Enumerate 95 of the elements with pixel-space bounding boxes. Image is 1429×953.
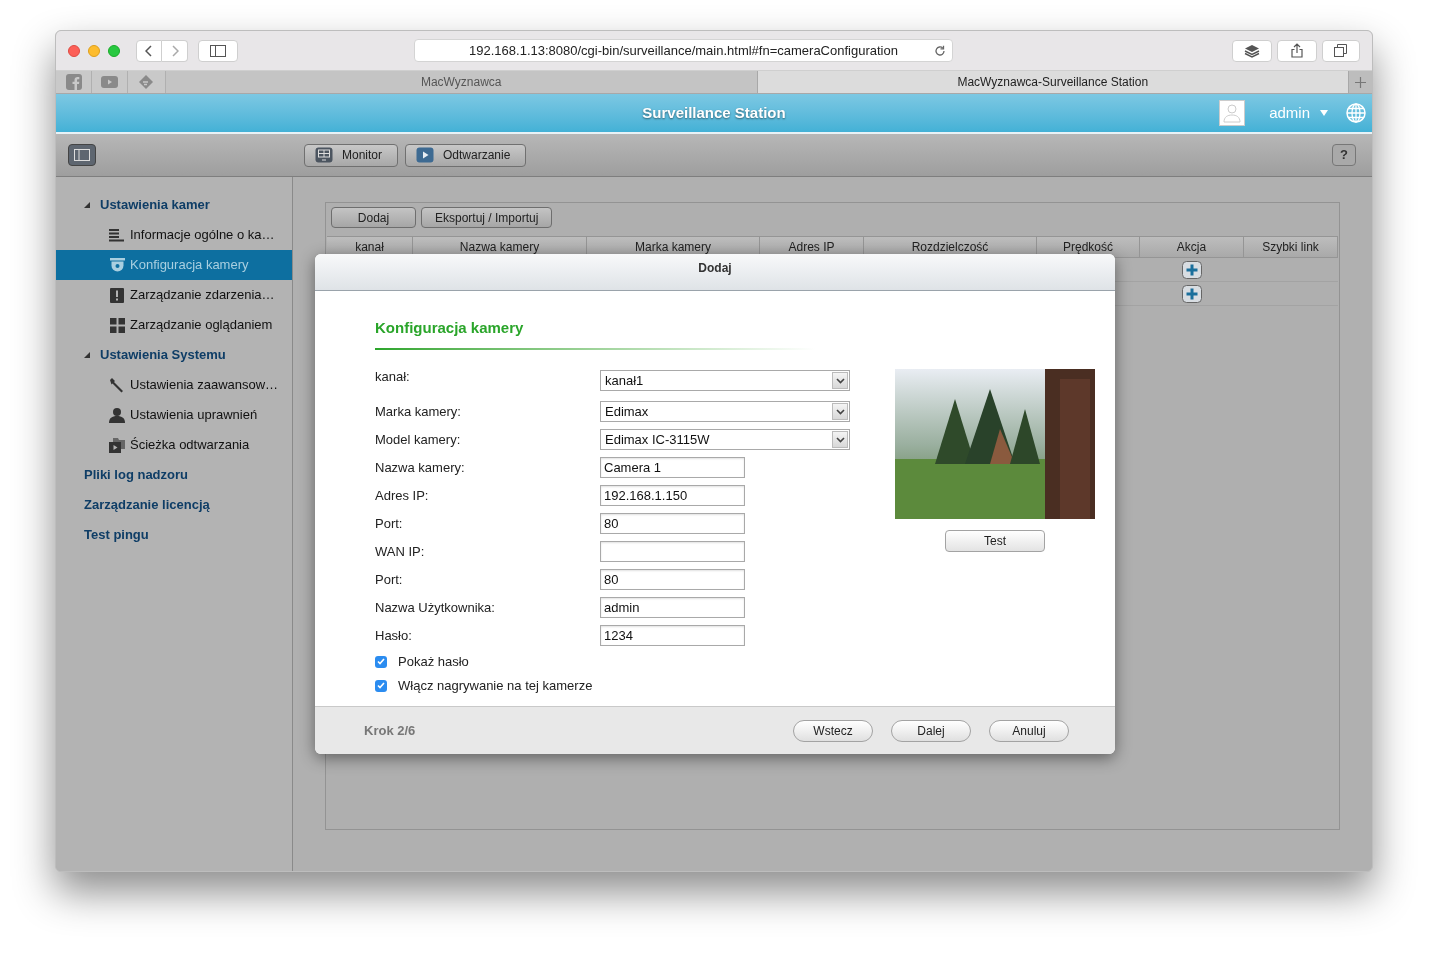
input-field[interactable]: 80 xyxy=(600,513,745,534)
field-label: WAN IP: xyxy=(375,542,426,561)
grid-icon xyxy=(109,317,125,333)
caret-icon xyxy=(1320,110,1328,116)
input-field[interactable]: 1234 xyxy=(600,625,745,646)
checkbox-label: Włącz nagrywanie na tej kamerze xyxy=(398,676,593,695)
expanded-triangle-icon[interactable] xyxy=(84,202,90,208)
footer-button[interactable]: Anuluj xyxy=(989,719,1069,742)
tabs-icon xyxy=(1334,44,1348,57)
sidebar-link[interactable]: Pliki log nadzoru xyxy=(56,460,292,490)
layers-button[interactable] xyxy=(1232,39,1272,62)
minimize-window-button[interactable] xyxy=(88,44,100,57)
back-button[interactable] xyxy=(136,39,162,62)
footer-button[interactable]: Wstecz xyxy=(793,719,873,742)
video-play-icon[interactable] xyxy=(101,76,118,88)
wrench-icon xyxy=(109,377,125,393)
dropdown[interactable]: Edimax IC-3115W xyxy=(600,429,850,450)
plus-icon xyxy=(1355,76,1366,88)
add-icon[interactable] xyxy=(1182,260,1202,279)
diamond-icon[interactable] xyxy=(138,74,154,90)
step-indicator: Krok 2/6 xyxy=(364,721,416,740)
sidebar-item[interactable]: Ustawienia zaawansow… xyxy=(56,370,292,400)
camera-icon xyxy=(109,257,125,273)
add-icon[interactable] xyxy=(1182,284,1202,303)
tabs-button[interactable] xyxy=(1322,39,1360,62)
section-heading: Konfiguracja kamery xyxy=(375,318,524,338)
field-label: Hasło: xyxy=(375,626,413,645)
checkbox[interactable] xyxy=(375,655,387,668)
footer-button[interactable]: Dalej xyxy=(891,719,971,742)
panel-button[interactable]: Eksportuj / Importuj xyxy=(421,207,553,228)
browser-tab[interactable]: MacWyznawca xyxy=(166,71,757,93)
sidebar-toggle-button[interactable] xyxy=(198,39,238,62)
sidebar-link[interactable]: Test pingu xyxy=(56,520,292,550)
chevron-down-icon xyxy=(835,408,845,415)
chevron-down-icon xyxy=(835,377,845,384)
column-header[interactable]: Akcja xyxy=(1140,237,1244,257)
layers-icon xyxy=(1244,43,1260,58)
dialog-title: Dodaj xyxy=(698,260,732,277)
field-label: Nazwa Użytkownika: xyxy=(375,598,496,617)
share-icon xyxy=(1291,43,1303,58)
dropdown[interactable]: Edimax xyxy=(600,401,850,422)
input-field[interactable]: 80 xyxy=(600,569,745,590)
reload-icon[interactable] xyxy=(934,44,946,57)
panel-button[interactable]: Dodaj xyxy=(331,207,416,228)
layout-toggle-button[interactable] xyxy=(68,144,96,166)
sidebar-item[interactable]: Zarządzanie oglądaniem xyxy=(56,310,292,340)
field-label: Model kamery: xyxy=(375,430,462,449)
share-button[interactable] xyxy=(1277,39,1317,62)
test-button[interactable]: Test xyxy=(945,530,1045,552)
globe-icon[interactable] xyxy=(1346,103,1366,123)
chevron-left-icon xyxy=(145,44,153,57)
checkbox[interactable] xyxy=(375,679,387,692)
chevron-right-icon xyxy=(170,44,179,57)
new-tab-button[interactable] xyxy=(1348,71,1372,93)
field-label: Nazwa kamery: xyxy=(375,458,466,477)
play-icon xyxy=(416,147,434,163)
column-header[interactable]: Szybki link xyxy=(1244,237,1338,257)
sidebar-group[interactable]: Ustawienia kamer xyxy=(56,190,292,220)
url-text: 192.168.1.13:8080/cgi-bin/surveillance/main.html#fn=cameraConfiguration xyxy=(469,41,898,60)
sidebar-item[interactable]: Ścieżka odtwarzania xyxy=(56,430,292,460)
address-bar[interactable]: 192.168.1.13:8080/cgi-bin/surveillance/main.html#fn=cameraConfiguration xyxy=(414,39,953,62)
maximize-window-button[interactable] xyxy=(108,44,120,57)
toolbar-button[interactable]: Odtwarzanie xyxy=(405,143,527,167)
chevron-down-icon xyxy=(835,436,845,443)
monitor-icon xyxy=(315,147,333,163)
app-title: Surveillance Station xyxy=(642,102,786,123)
avatar-icon[interactable] xyxy=(1219,100,1246,126)
facebook-icon[interactable] xyxy=(65,74,82,90)
sidebar-item[interactable]: Ustawienia uprawnień xyxy=(56,400,292,430)
browser-tab[interactable]: MacWyznawca-Surveillance Station xyxy=(756,71,1348,93)
sidebar-group[interactable]: Ustawienia Systemu xyxy=(56,340,292,370)
input-field[interactable]: 192.168.1.150 xyxy=(600,485,745,506)
list-lines-icon xyxy=(109,228,125,242)
input-field[interactable] xyxy=(600,541,745,562)
dropdown[interactable]: kanał1 xyxy=(600,370,850,391)
field-label: Marka kamery: xyxy=(375,402,462,421)
alert-icon xyxy=(110,287,124,303)
sidebar-item[interactable]: Informacje ogólne o ka… xyxy=(56,220,292,250)
expanded-triangle-icon[interactable] xyxy=(84,352,90,358)
input-field[interactable]: admin xyxy=(600,597,745,618)
folder-play-icon xyxy=(109,437,125,453)
sidebar-item[interactable]: Zarządzanie zdarzenia… xyxy=(56,280,292,310)
help-button[interactable]: ? xyxy=(1332,144,1356,166)
field-label: Port: xyxy=(375,514,404,533)
checkbox-label: Pokaż hasło xyxy=(398,652,469,671)
user-icon xyxy=(109,407,125,423)
toolbar-button[interactable]: Monitor xyxy=(304,143,398,167)
layout-icon xyxy=(74,149,90,161)
input-field[interactable]: Camera 1 xyxy=(600,457,745,478)
field-label: Port: xyxy=(375,570,404,589)
field-label: Adres IP: xyxy=(375,486,430,505)
sidebar-link[interactable]: Zarządzanie licencją xyxy=(56,490,292,520)
close-window-button[interactable] xyxy=(68,44,80,57)
field-label: kanał: xyxy=(375,367,411,386)
sidebar-icon xyxy=(210,44,226,57)
